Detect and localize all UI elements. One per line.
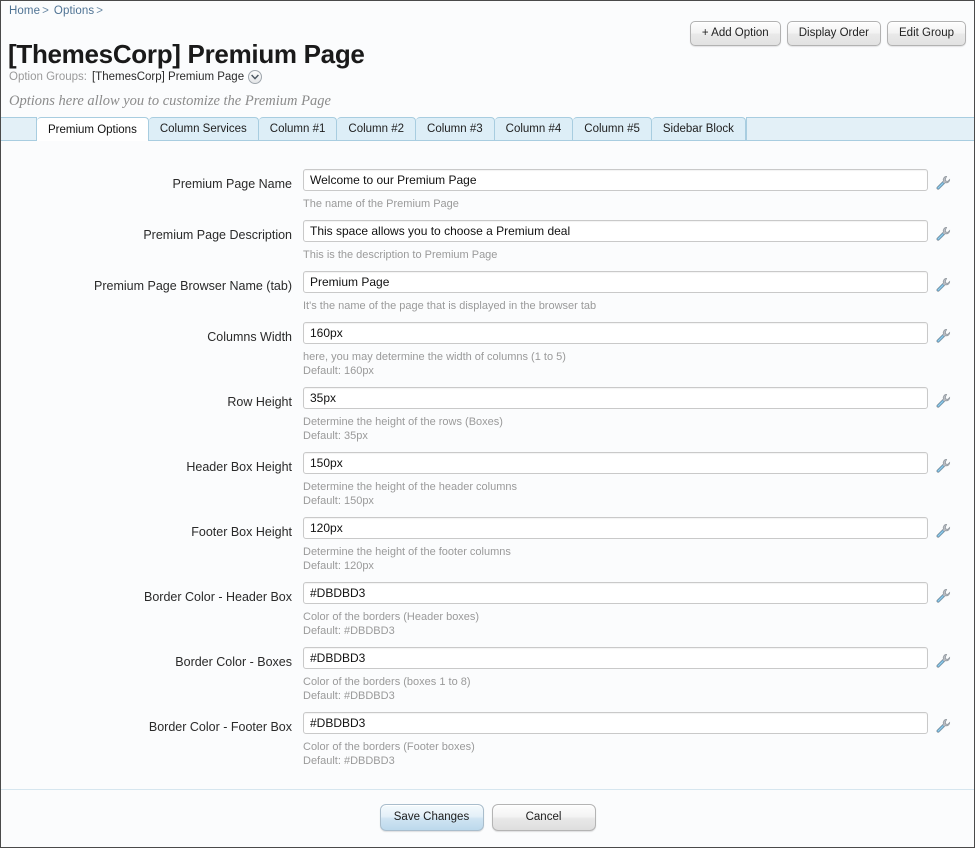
- breadcrumb-item-options[interactable]: Options: [54, 5, 94, 17]
- breadcrumb-separator: >: [96, 5, 103, 17]
- field-border-color-footer-box: Color of the borders (Footer boxes) Defa…: [303, 712, 928, 768]
- input-columns-width[interactable]: [303, 322, 928, 344]
- field-border-color-header-box: Color of the borders (Header boxes) Defa…: [303, 582, 928, 638]
- form-row-header-box-height: Header Box HeightDetermine the height of…: [1, 452, 974, 508]
- option-groups-value: [ThemesCorp] Premium Page: [92, 71, 244, 83]
- hint-row-height: Determine the height of the rows (Boxes)…: [303, 415, 928, 443]
- label-border-color-boxes: Border Color - Boxes: [1, 647, 303, 669]
- hint-border-color-footer-box: Color of the borders (Footer boxes) Defa…: [303, 740, 928, 768]
- label-border-color-footer-box: Border Color - Footer Box: [1, 712, 303, 734]
- tab-bar-filler: [746, 117, 975, 140]
- breadcrumb: Home>Options>: [9, 5, 108, 17]
- form-row-columns-width: Columns Widthhere, you may determine the…: [1, 322, 974, 378]
- form-row-row-height: Row HeightDetermine the height of the ro…: [1, 387, 974, 443]
- wrench-icon[interactable]: [928, 517, 958, 539]
- label-footer-box-height: Footer Box Height: [1, 517, 303, 539]
- form-row-footer-box-height: Footer Box HeightDetermine the height of…: [1, 517, 974, 573]
- wrench-icon[interactable]: [928, 169, 958, 191]
- input-border-color-boxes[interactable]: [303, 647, 928, 669]
- edit-group-button[interactable]: Edit Group: [887, 21, 966, 46]
- label-header-box-height: Header Box Height: [1, 452, 303, 474]
- add-option-button[interactable]: + Add Option: [690, 21, 781, 46]
- hint-border-color-boxes: Color of the borders (boxes 1 to 8) Defa…: [303, 675, 928, 703]
- tab-column-4[interactable]: Column #4: [495, 117, 574, 140]
- input-premium-page-browser-name[interactable]: [303, 271, 928, 293]
- form-row-border-color-header-box: Border Color - Header BoxColor of the bo…: [1, 582, 974, 638]
- tab-gutter: [1, 117, 37, 140]
- tab-column-3[interactable]: Column #3: [416, 117, 495, 140]
- input-row-height[interactable]: [303, 387, 928, 409]
- wrench-icon[interactable]: [928, 582, 958, 604]
- wrench-icon[interactable]: [928, 452, 958, 474]
- label-premium-page-browser-name: Premium Page Browser Name (tab): [1, 271, 303, 293]
- field-premium-page-description: This is the description to Premium Page: [303, 220, 928, 262]
- label-columns-width: Columns Width: [1, 322, 303, 344]
- tab-column-1[interactable]: Column #1: [259, 117, 338, 140]
- input-premium-page-name[interactable]: [303, 169, 928, 191]
- label-border-color-header-box: Border Color - Header Box: [1, 582, 303, 604]
- tab-sidebar-block[interactable]: Sidebar Block: [652, 117, 746, 140]
- input-header-box-height[interactable]: [303, 452, 928, 474]
- form-row-border-color-footer-box: Border Color - Footer BoxColor of the bo…: [1, 712, 974, 768]
- field-border-color-boxes: Color of the borders (boxes 1 to 8) Defa…: [303, 647, 928, 703]
- label-premium-page-description: Premium Page Description: [1, 220, 303, 242]
- label-row-height: Row Height: [1, 387, 303, 409]
- option-groups-selector: Option Groups: [ThemesCorp] Premium Page: [9, 70, 262, 84]
- page-title: [ThemesCorp] Premium Page: [8, 39, 365, 70]
- form-footer: Save Changes Cancel: [1, 790, 974, 847]
- hint-premium-page-name: The name of the Premium Page: [303, 197, 928, 211]
- wrench-icon[interactable]: [928, 647, 958, 669]
- field-footer-box-height: Determine the height of the footer colum…: [303, 517, 928, 573]
- field-header-box-height: Determine the height of the header colum…: [303, 452, 928, 508]
- cancel-button[interactable]: Cancel: [492, 804, 596, 831]
- field-columns-width: here, you may determine the width of col…: [303, 322, 928, 378]
- hint-footer-box-height: Determine the height of the footer colum…: [303, 545, 928, 573]
- form-row-border-color-boxes: Border Color - BoxesColor of the borders…: [1, 647, 974, 703]
- field-row-height: Determine the height of the rows (Boxes)…: [303, 387, 928, 443]
- input-footer-box-height[interactable]: [303, 517, 928, 539]
- input-premium-page-description[interactable]: [303, 220, 928, 242]
- wrench-icon[interactable]: [928, 322, 958, 344]
- label-premium-page-name: Premium Page Name: [1, 169, 303, 191]
- tab-premium-options[interactable]: Premium Options: [37, 117, 149, 141]
- tab-column-2[interactable]: Column #2: [337, 117, 416, 140]
- wrench-icon[interactable]: [928, 271, 958, 293]
- wrench-icon[interactable]: [928, 387, 958, 409]
- hint-columns-width: here, you may determine the width of col…: [303, 350, 928, 378]
- tab-column-5[interactable]: Column #5: [573, 117, 652, 140]
- option-groups-label: Option Groups:: [9, 71, 87, 83]
- display-order-button[interactable]: Display Order: [787, 21, 881, 46]
- hint-premium-page-description: This is the description to Premium Page: [303, 248, 928, 262]
- form-row-premium-page-browser-name: Premium Page Browser Name (tab)It's the …: [1, 271, 974, 313]
- breadcrumb-separator: >: [42, 5, 49, 17]
- hint-premium-page-browser-name: It's the name of the page that is displa…: [303, 299, 928, 313]
- header-actions: + Add Option Display Order Edit Group: [690, 21, 966, 46]
- hint-border-color-header-box: Color of the borders (Header boxes) Defa…: [303, 610, 928, 638]
- wrench-icon[interactable]: [928, 220, 958, 242]
- save-changes-button[interactable]: Save Changes: [380, 804, 484, 831]
- field-premium-page-browser-name: It's the name of the page that is displa…: [303, 271, 928, 313]
- wrench-icon[interactable]: [928, 712, 958, 734]
- tab-column-services[interactable]: Column Services: [149, 117, 259, 140]
- options-form: Premium Page NameThe name of the Premium…: [1, 141, 974, 788]
- form-row-premium-page-name: Premium Page NameThe name of the Premium…: [1, 169, 974, 211]
- breadcrumb-item-home[interactable]: Home: [9, 5, 40, 17]
- input-border-color-footer-box[interactable]: [303, 712, 928, 734]
- chevron-down-icon[interactable]: [248, 70, 262, 84]
- input-border-color-header-box[interactable]: [303, 582, 928, 604]
- form-row-premium-page-description: Premium Page DescriptionThis is the desc…: [1, 220, 974, 262]
- tab-bar: Premium Options Column Services Column #…: [1, 115, 975, 141]
- hint-header-box-height: Determine the height of the header colum…: [303, 480, 928, 508]
- field-premium-page-name: The name of the Premium Page: [303, 169, 928, 211]
- page-subtitle: Options here allow you to customize the …: [9, 93, 331, 110]
- options-page: Home>Options> [ThemesCorp] Premium Page …: [0, 0, 975, 848]
